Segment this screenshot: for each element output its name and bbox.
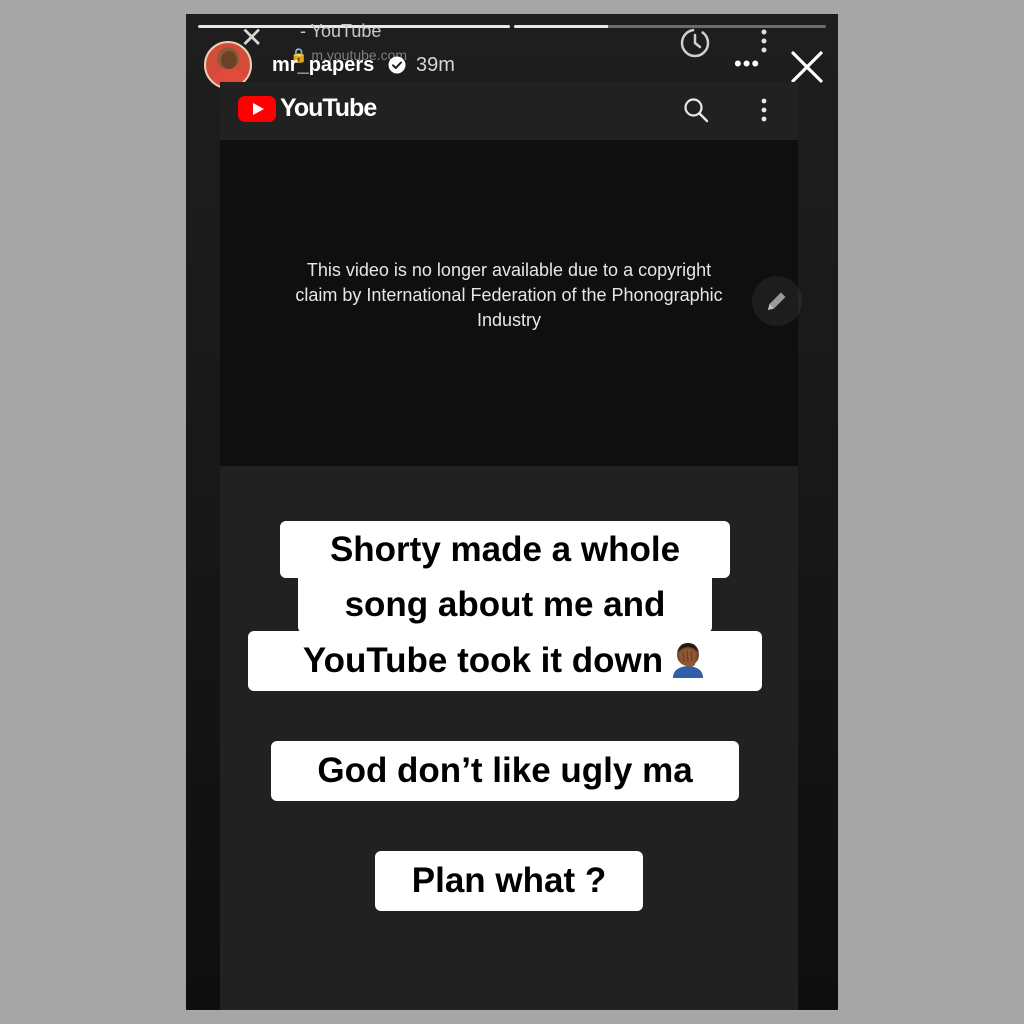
caption-line-4: God don’t like ugly ma [271, 741, 739, 801]
caption-line-5: Plan what ? [375, 851, 643, 911]
caption-stack: Shorty made a whole song about me and Yo… [186, 14, 838, 1010]
caption-text-4: God don’t like ugly ma [317, 751, 693, 790]
facepalm-emoji-icon [673, 643, 704, 678]
caption-text-1: Shorty made a whole [329, 530, 681, 569]
caption-line-1: Shorty made a whole [280, 521, 730, 578]
caption-line-3: YouTube took it down [248, 631, 762, 691]
caption-line-2: song about me and [298, 576, 712, 633]
story-viewer: ✕ - YouTube 🔒 m.youtube.com mr_papers 39… [186, 14, 838, 1010]
caption-text-3: YouTube took it down [302, 641, 664, 680]
caption-text-2: song about me and [344, 585, 666, 624]
caption-text-5: Plan what ? [411, 861, 607, 900]
